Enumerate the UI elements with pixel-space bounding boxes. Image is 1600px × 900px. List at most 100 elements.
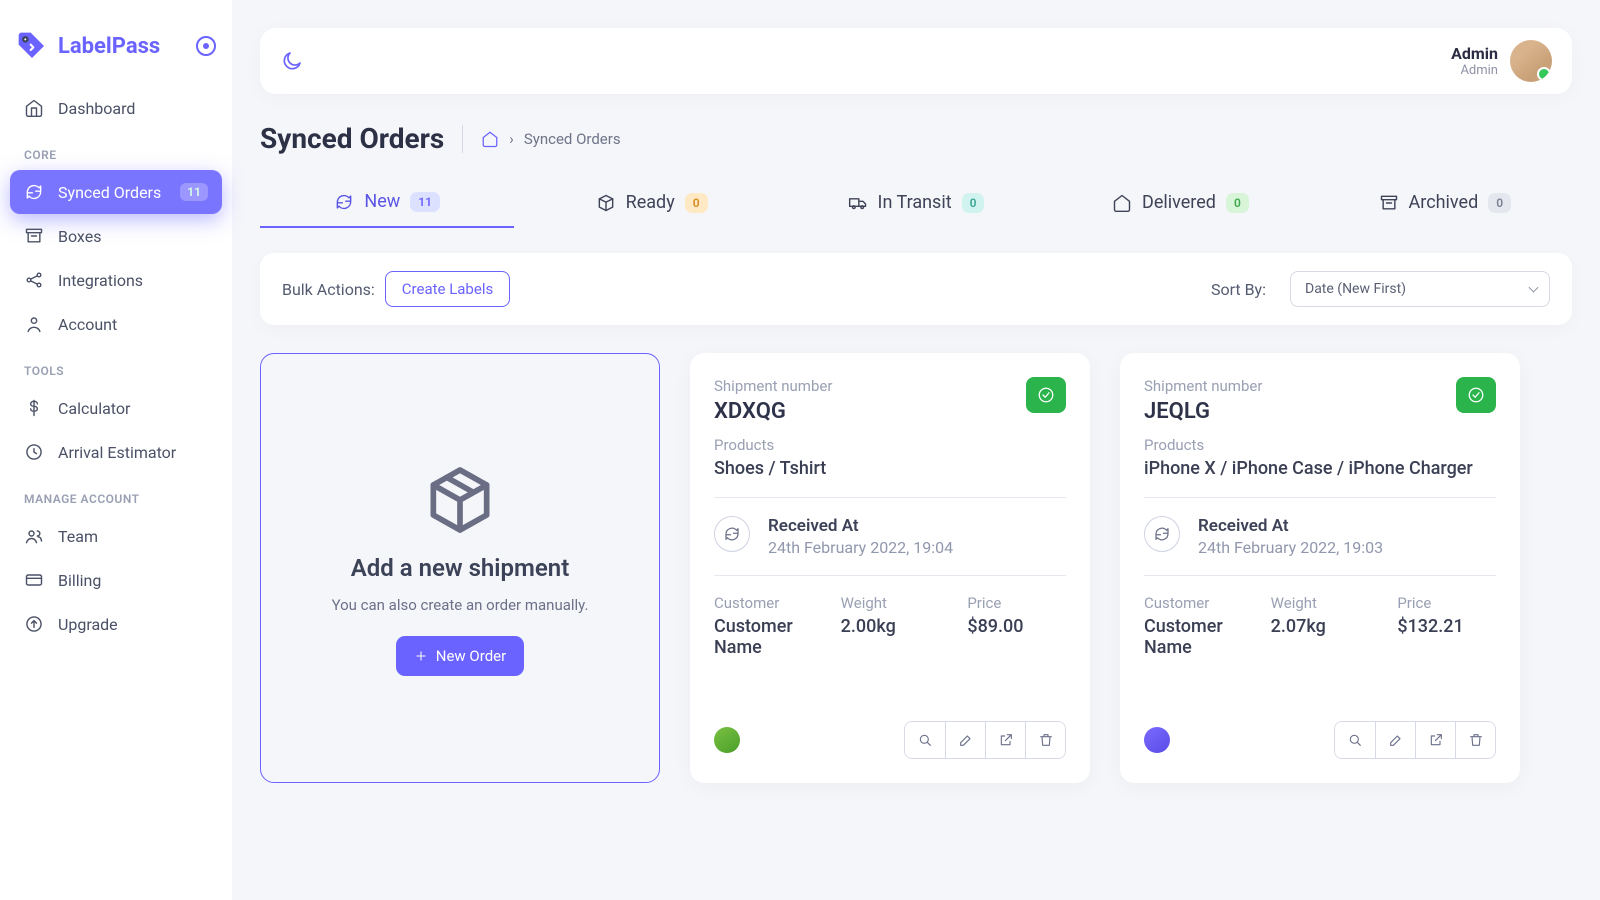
- count-badge: 0: [1488, 193, 1511, 213]
- bulk-actions-label: Bulk Actions:: [282, 280, 375, 299]
- users-icon: [24, 526, 44, 546]
- sidebar: LabelPass Dashboard CORE Synced Orders 1…: [0, 0, 232, 900]
- received-label: Received At: [768, 516, 953, 536]
- new-shipment-subtitle: You can also create an order manually.: [332, 596, 589, 614]
- count-badge: 0: [1226, 193, 1249, 213]
- view-button[interactable]: [905, 722, 945, 758]
- tab-delivered[interactable]: Delivered 0: [1053, 177, 1307, 228]
- delete-button[interactable]: [1455, 722, 1495, 758]
- archive-icon: [24, 226, 44, 246]
- create-labels-button[interactable]: Create Labels: [385, 271, 510, 307]
- sidebar-item-label: Integrations: [58, 271, 143, 290]
- card-actions: [904, 721, 1066, 759]
- tab-new[interactable]: New 11: [260, 177, 514, 228]
- check-icon: [1037, 386, 1055, 404]
- search-icon: [1347, 732, 1363, 748]
- tab-in-transit[interactable]: In Transit 0: [789, 177, 1043, 228]
- status-badge[interactable]: [1456, 377, 1496, 413]
- breadcrumb: › Synced Orders: [481, 130, 620, 148]
- plus-icon: [414, 649, 428, 663]
- count-badge: 11: [180, 183, 208, 201]
- open-button[interactable]: [985, 722, 1025, 758]
- weight-value: 2.07kg: [1271, 616, 1370, 637]
- sidebar-item-team[interactable]: Team: [10, 514, 222, 558]
- sidebar-item-label: Synced Orders: [58, 183, 161, 202]
- action-bar: Bulk Actions: Create Labels Sort By: Dat…: [260, 253, 1572, 325]
- order-card: Shipment number JEQLG Products iPhone X …: [1120, 353, 1520, 783]
- sidebar-item-calculator[interactable]: Calculator: [10, 386, 222, 430]
- trash-icon: [1038, 732, 1054, 748]
- home-icon[interactable]: [481, 130, 499, 148]
- sidebar-item-arrival-estimator[interactable]: Arrival Estimator: [10, 430, 222, 474]
- share-icon: [24, 270, 44, 290]
- delete-button[interactable]: [1025, 722, 1065, 758]
- user-role: Admin: [1451, 63, 1498, 78]
- clock-icon: [24, 442, 44, 462]
- topbar: Admin Admin: [260, 28, 1572, 94]
- sort-by-label: Sort By:: [1211, 280, 1266, 299]
- view-button[interactable]: [1335, 722, 1375, 758]
- section-title-manage: MANAGE ACCOUNT: [10, 474, 222, 514]
- source-icon: [714, 727, 740, 753]
- received-value: 24th February 2022, 19:03: [1198, 538, 1383, 557]
- new-shipment-card: Add a new shipment You can also create a…: [260, 353, 660, 783]
- avatar[interactable]: [1510, 40, 1552, 82]
- sync-icon: [1144, 516, 1180, 552]
- user-menu[interactable]: Admin Admin: [1451, 40, 1552, 82]
- new-order-button[interactable]: New Order: [396, 636, 524, 676]
- brand-name: LabelPass: [58, 34, 160, 59]
- sync-icon: [24, 182, 44, 202]
- main-content: Admin Admin Synced Orders › Synced Order…: [232, 0, 1600, 900]
- sort-select[interactable]: Date (New First): [1290, 271, 1550, 307]
- customer-value: Customer Name: [1144, 616, 1243, 658]
- open-button[interactable]: [1415, 722, 1455, 758]
- shipment-number-label: Shipment number: [1144, 377, 1262, 395]
- sidebar-item-dashboard[interactable]: Dashboard: [10, 86, 222, 130]
- shipment-number: XDXQG: [714, 399, 832, 424]
- theme-toggle-icon[interactable]: [280, 49, 304, 73]
- sidebar-item-label: Calculator: [58, 399, 130, 418]
- sidebar-item-billing[interactable]: Billing: [10, 558, 222, 602]
- sync-icon: [334, 192, 354, 212]
- page-header: Synced Orders › Synced Orders: [260, 122, 1572, 155]
- order-cards: Add a new shipment You can also create a…: [260, 353, 1572, 783]
- sidebar-item-account[interactable]: Account: [10, 302, 222, 346]
- truck-icon: [848, 193, 868, 213]
- source-icon: [1144, 727, 1170, 753]
- status-badge[interactable]: [1026, 377, 1066, 413]
- count-badge: 0: [962, 193, 985, 213]
- sidebar-item-integrations[interactable]: Integrations: [10, 258, 222, 302]
- breadcrumb-current: Synced Orders: [524, 130, 621, 148]
- new-shipment-title: Add a new shipment: [351, 554, 570, 582]
- weight-value: 2.00kg: [841, 616, 940, 637]
- archive-icon: [1379, 193, 1399, 213]
- dollar-icon: [24, 398, 44, 418]
- edit-button[interactable]: [1375, 722, 1415, 758]
- status-tabs: New 11 Ready 0 In Transit 0 Delivered 0 …: [260, 177, 1572, 229]
- sidebar-item-label: Arrival Estimator: [58, 443, 176, 462]
- external-icon: [1428, 732, 1444, 748]
- page-title: Synced Orders: [260, 122, 444, 155]
- logo[interactable]: LabelPass: [10, 20, 222, 86]
- sidebar-item-label: Dashboard: [58, 99, 135, 118]
- search-icon: [917, 732, 933, 748]
- sidebar-item-boxes[interactable]: Boxes: [10, 214, 222, 258]
- sidebar-item-synced-orders[interactable]: Synced Orders 11: [10, 170, 222, 214]
- section-title-core: CORE: [10, 130, 222, 170]
- customer-value: Customer Name: [714, 616, 813, 658]
- edit-button[interactable]: [945, 722, 985, 758]
- user-name: Admin: [1451, 44, 1498, 63]
- sidebar-item-label: Account: [58, 315, 117, 334]
- card-actions: [1334, 721, 1496, 759]
- home-icon: [24, 98, 44, 118]
- shipment-number-label: Shipment number: [714, 377, 832, 395]
- received-label: Received At: [1198, 516, 1383, 536]
- tab-ready[interactable]: Ready 0: [524, 177, 778, 228]
- tab-archived[interactable]: Archived 0: [1318, 177, 1572, 228]
- count-badge: 11: [410, 192, 440, 212]
- package-icon: [420, 460, 500, 540]
- sidebar-item-label: Upgrade: [58, 615, 118, 634]
- target-icon[interactable]: [196, 36, 216, 56]
- sidebar-item-label: Billing: [58, 571, 101, 590]
- sidebar-item-upgrade[interactable]: Upgrade: [10, 602, 222, 646]
